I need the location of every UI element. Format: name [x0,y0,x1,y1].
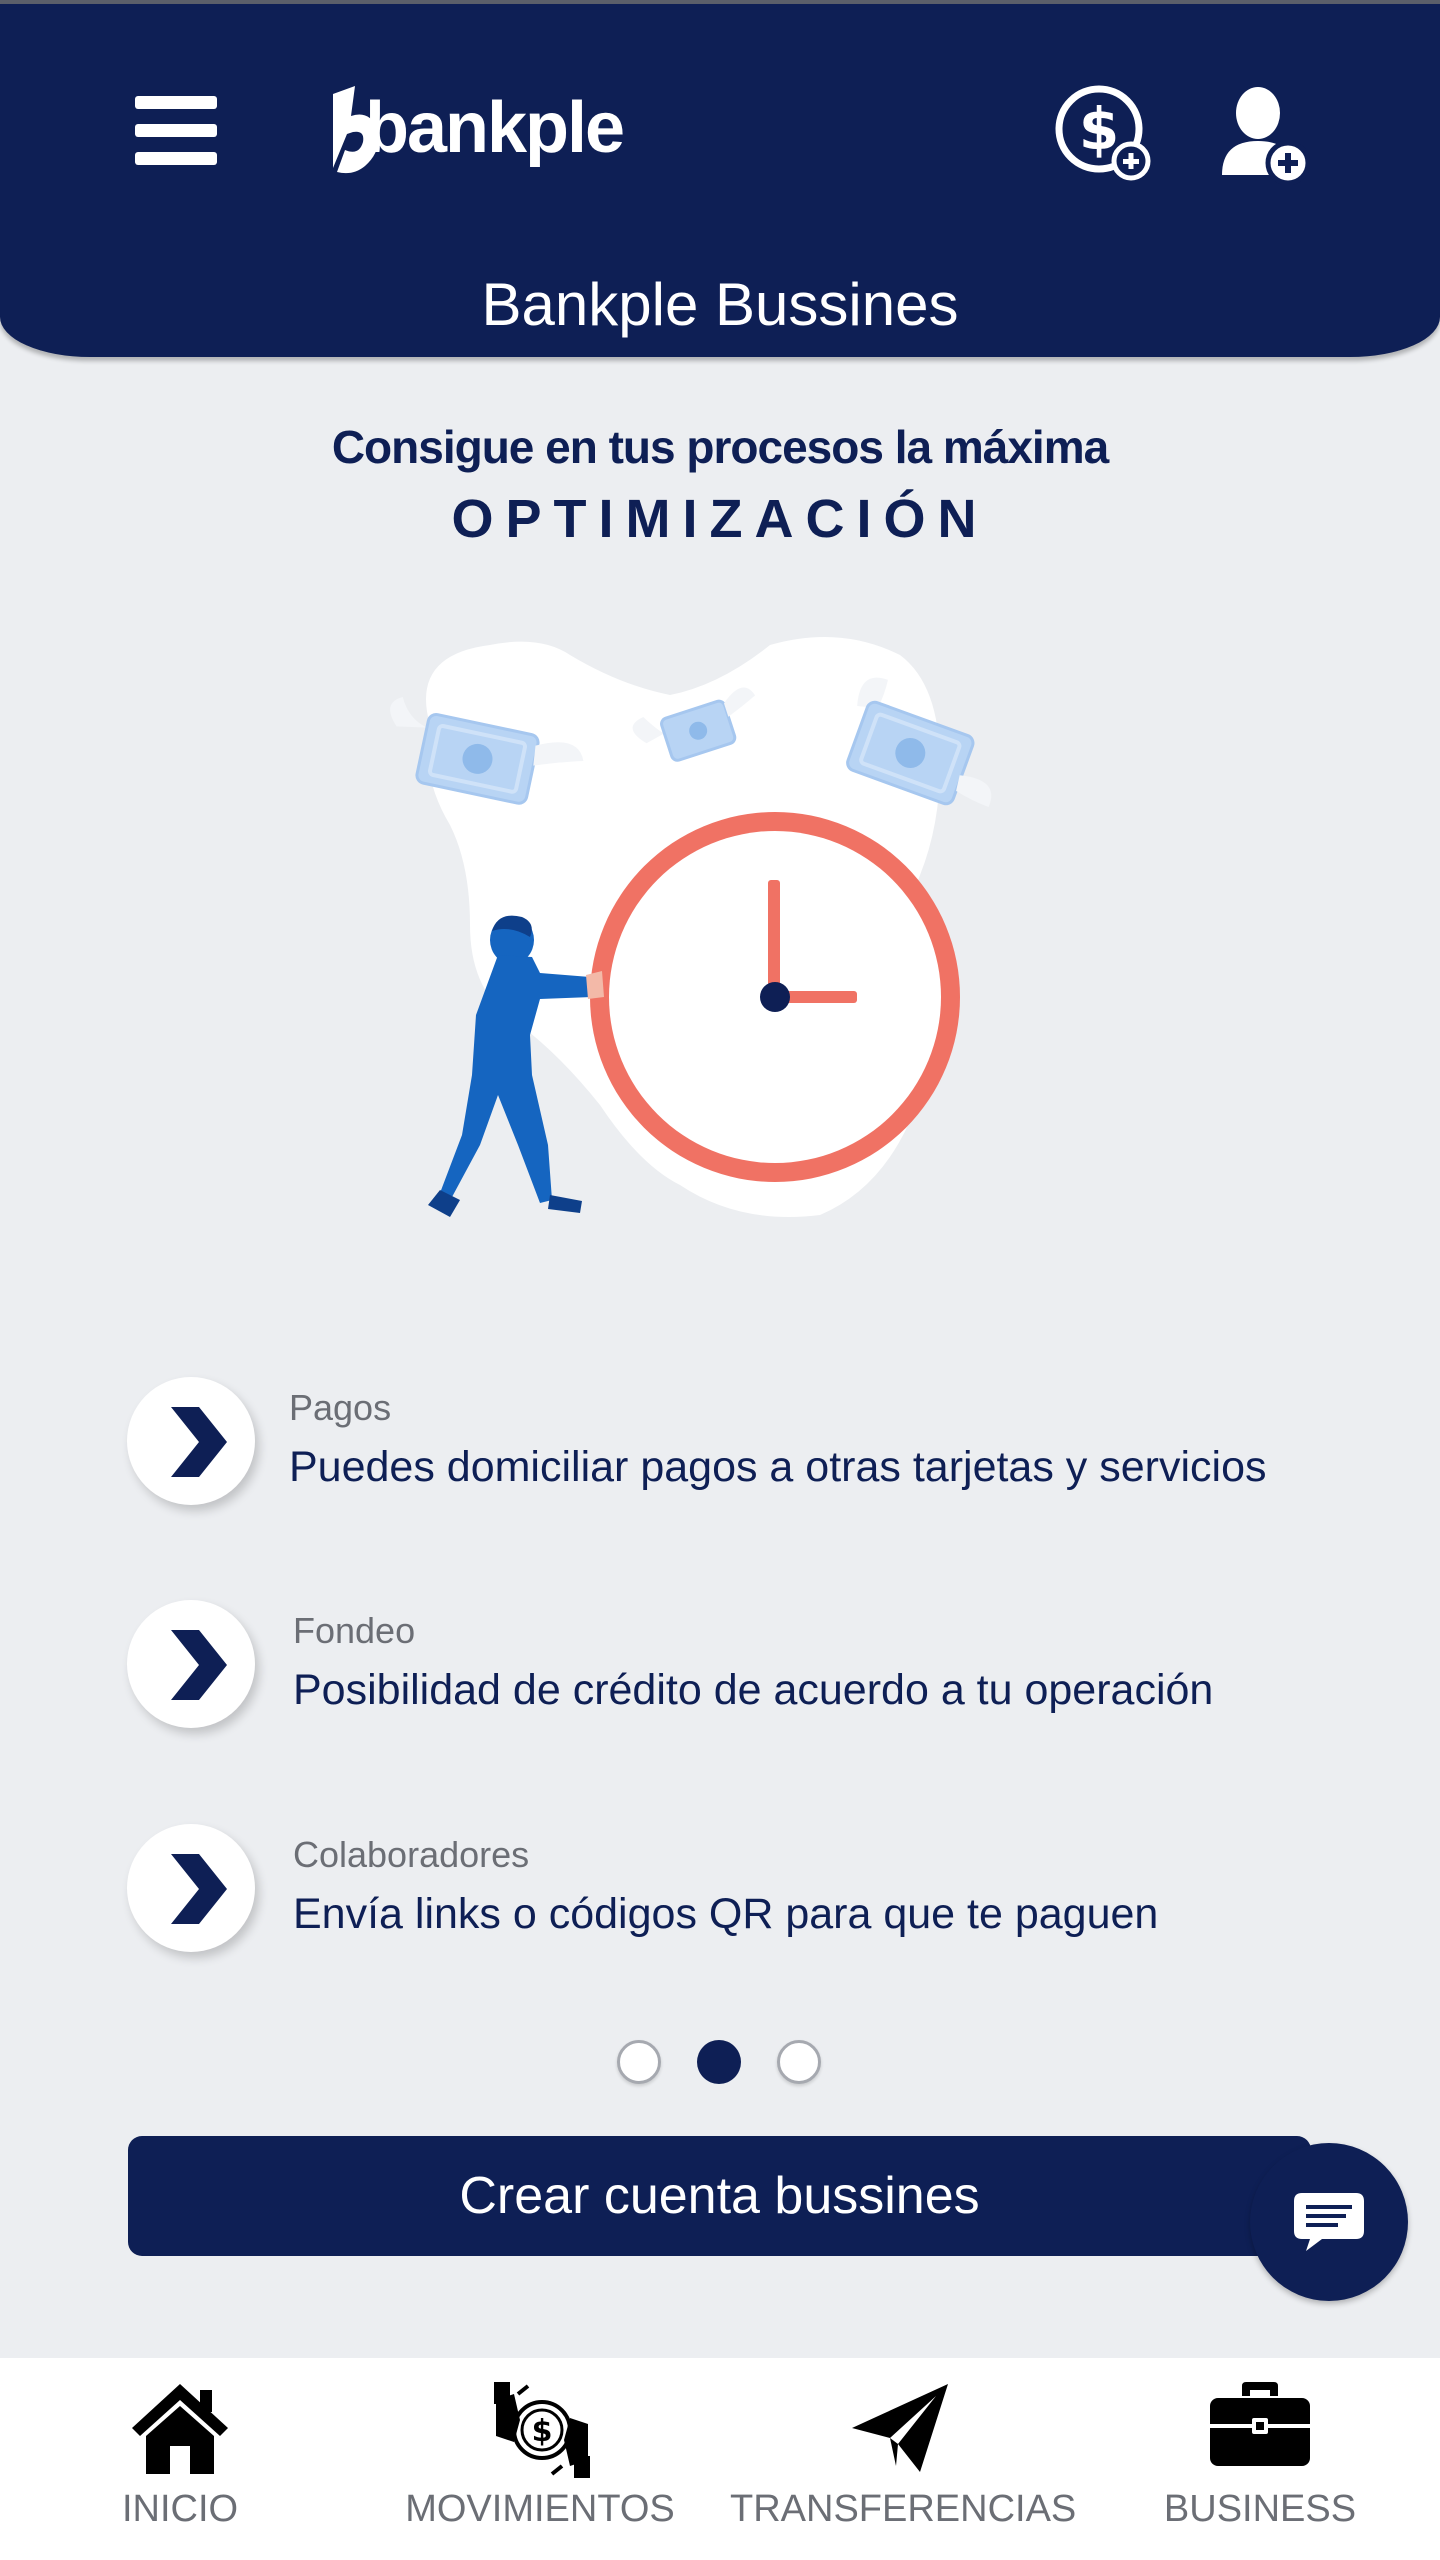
carousel-dot-2-active[interactable] [697,2040,741,2084]
page-title: Bankple Bussines [481,271,959,338]
chat-button[interactable] [1250,2143,1408,2301]
hero-subtitle: Consigue en tus procesos la máxima [331,421,1109,473]
feature-title: Pagos [289,1387,392,1428]
brand-logo: bankple [325,76,655,186]
svg-text:$: $ [532,2414,553,2449]
carousel-dot-1[interactable] [617,2040,661,2084]
nav-item-movimientos[interactable]: $ MOVIMIENTOS [370,2358,710,2560]
add-user-icon[interactable] [1220,85,1311,186]
nav-item-business[interactable]: BUSINESS [1090,2358,1430,2560]
feature-item-pagos[interactable]: Pagos Puedes domiciliar pagos a otras ta… [127,1377,1377,1507]
home-icon [132,2384,228,2474]
svg-text:$: $ [1079,95,1119,163]
feature-arrow-button[interactable] [127,1824,255,1952]
nav-label: TRANSFERENCIAS [730,2488,1077,2530]
brand-wordmark: bankple [365,88,625,168]
app-header: bankple $ Bankple Bussines [0,4,1440,357]
nav-label: MOVIMIENTOS [405,2488,675,2530]
hero-highlight: OPTIMIZACIÓN [451,489,989,549]
movements-icon: $ [494,2382,590,2478]
briefcase-icon [1210,2382,1310,2466]
feature-description: Puedes domiciliar pagos a otras tarjetas… [289,1443,1267,1491]
hero-illustration [380,625,1070,1245]
carousel-dot-3[interactable] [777,2040,821,2084]
create-business-account-button[interactable]: Crear cuenta bussines [128,2136,1311,2256]
nav-item-inicio[interactable]: INICIO [10,2358,350,2560]
nav-label: INICIO [121,2488,239,2530]
feature-title: Fondeo [293,1610,416,1651]
clock-icon [590,812,960,1182]
feature-item-fondeo[interactable]: Fondeo Posibilidad de crédito de acuerdo… [127,1600,1377,1730]
chat-bubble-icon [1294,2193,1364,2251]
feature-description: Envía links o códigos QR para que te pag… [293,1890,1159,1938]
feature-arrow-button[interactable] [127,1600,255,1728]
hamburger-menu-icon[interactable] [135,96,217,166]
carousel-pagination [0,2038,1440,2088]
nav-label: BUSINESS [1163,2488,1357,2530]
nav-item-transferencias[interactable]: TRANSFERENCIAS [730,2358,1077,2560]
feature-arrow-button[interactable] [127,1377,255,1505]
add-money-icon[interactable]: $ [1053,83,1153,183]
feature-description: Posibilidad de crédito de acuerdo a tu o… [293,1666,1214,1714]
paper-plane-icon [852,2384,948,2472]
bottom-navigation: INICIO $ MOVIMIENTOS TRANSFERENCIAS BUSI… [0,2358,1440,2560]
feature-item-colaboradores[interactable]: Colaboradores Envía links o códigos QR p… [127,1824,1377,1954]
feature-title: Colaboradores [293,1834,530,1875]
